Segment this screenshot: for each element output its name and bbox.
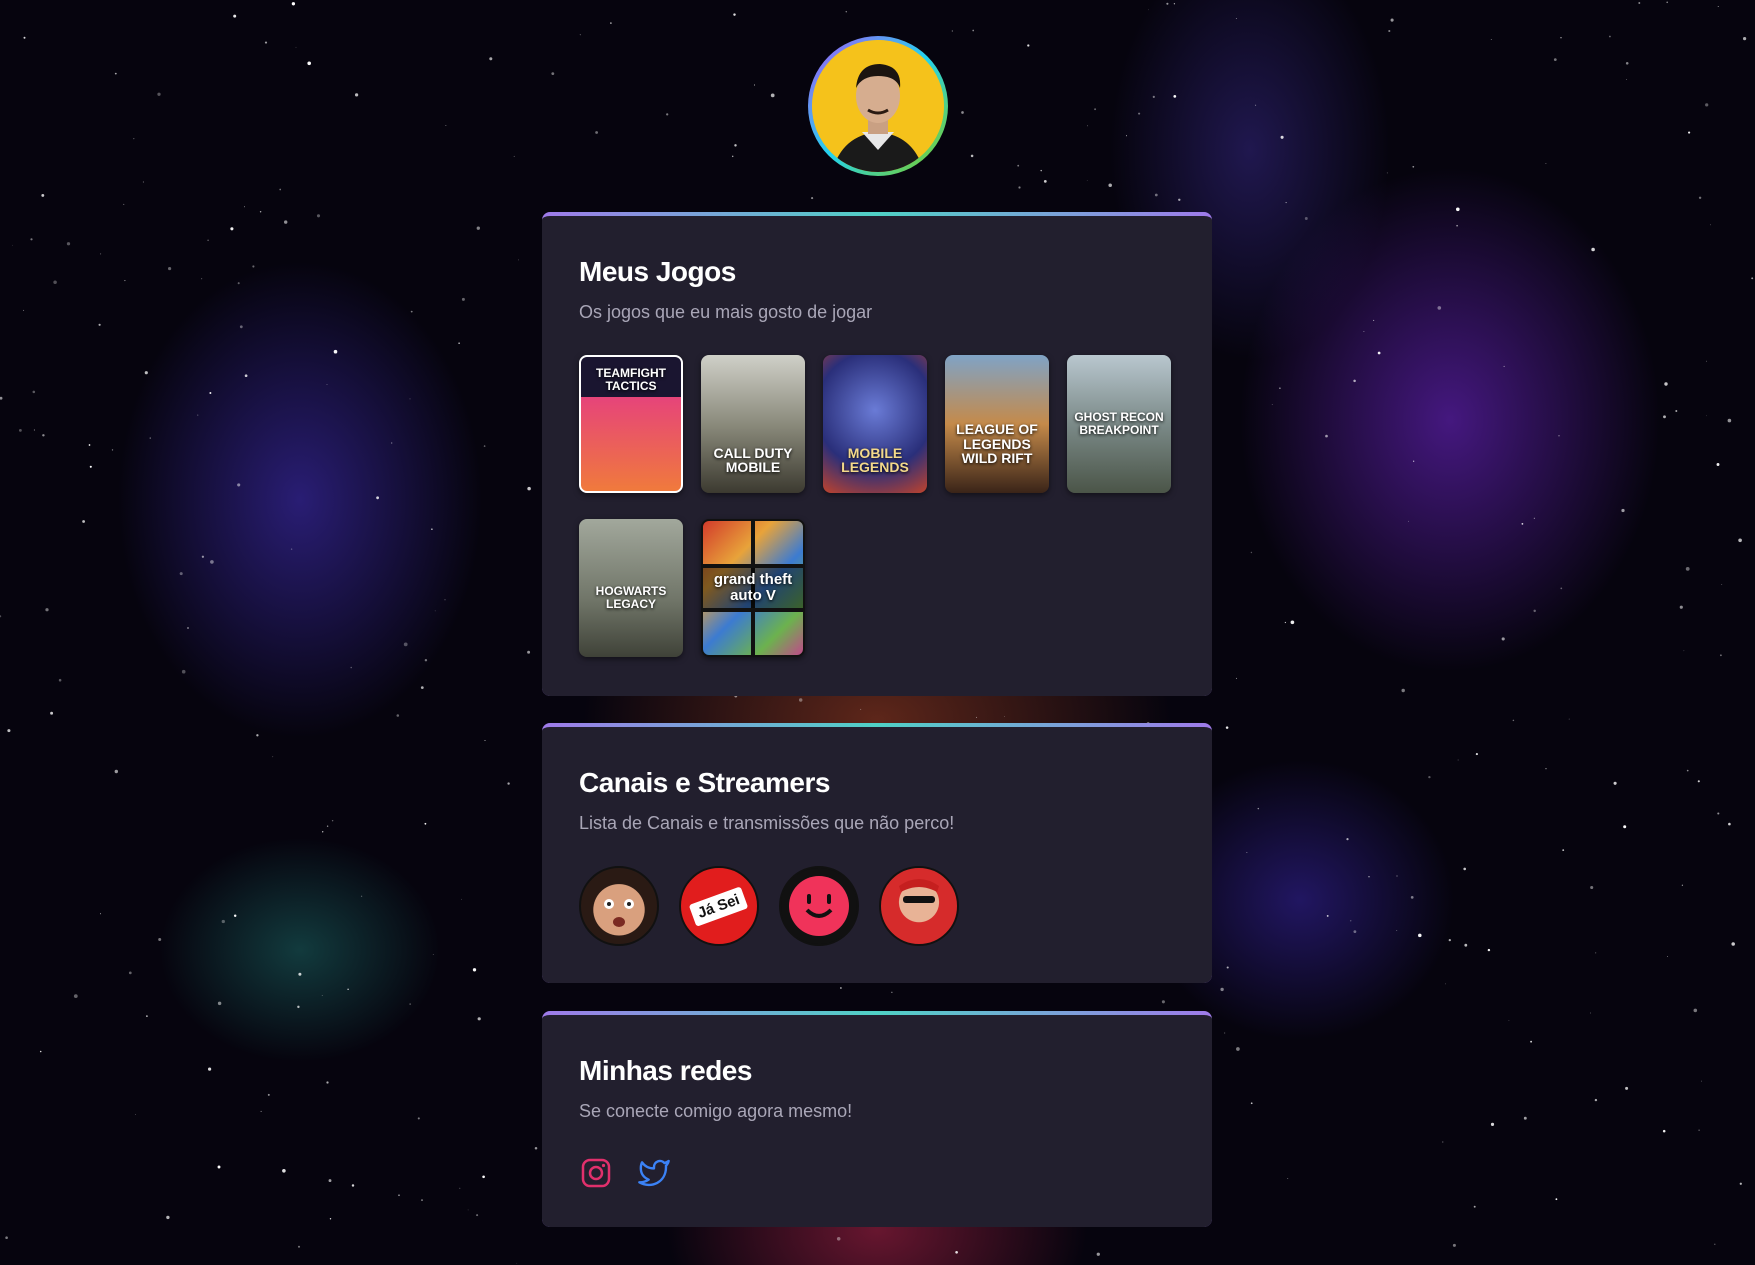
games-grid: TEAMFIGHT TACTICS CALL DUTY MOBILE MOBIL… — [579, 355, 1175, 657]
social-subtitle: Se conecte comigo agora mesmo! — [579, 1101, 853, 1121]
channel-1[interactable] — [579, 866, 659, 946]
profile-avatar — [812, 40, 944, 172]
channels-subtitle: Lista de Canais e transmissões que não p… — [579, 813, 955, 833]
twitter-icon[interactable] — [637, 1156, 671, 1190]
game-call-of-duty-mobile[interactable]: CALL DUTY MOBILE — [701, 355, 805, 493]
channel-ja-sei[interactable]: Já Sei — [679, 866, 759, 946]
face-logo-icon — [789, 876, 849, 936]
game-mobile-legends[interactable]: MOBILE LEGENDS — [823, 355, 927, 493]
social-title: Minhas redes — [579, 1055, 752, 1086]
social-links — [579, 1156, 1175, 1190]
game-gta-v[interactable]: grand theft auto V — [701, 519, 805, 657]
channels-title: Canais e Streamers — [579, 767, 830, 798]
games-title: Meus Jogos — [579, 256, 736, 287]
channels-card: Canais e Streamers Lista de Canais e tra… — [542, 723, 1212, 983]
profile-avatar-ring — [808, 36, 948, 176]
games-subtitle: Os jogos que eu mais gosto de jogar — [579, 302, 873, 322]
channel-4[interactable] — [879, 866, 959, 946]
instagram-icon[interactable] — [579, 1156, 613, 1190]
channels-list: Já Sei — [579, 866, 1175, 946]
ja-sei-logo: Já Sei — [689, 885, 749, 927]
games-card: Meus Jogos Os jogos que eu mais gosto de… — [542, 212, 1212, 696]
game-wild-rift[interactable]: LEAGUE OF LEGENDS WILD RIFT — [945, 355, 1049, 493]
channel-3[interactable] — [779, 866, 859, 946]
game-hogwarts-legacy[interactable]: HOGWARTS LEGACY — [579, 519, 683, 657]
game-ghost-recon[interactable]: GHOST RECON BREAKPOINT — [1067, 355, 1171, 493]
social-card: Minhas redes Se conecte comigo agora mes… — [542, 1011, 1212, 1227]
game-teamfight-tactics[interactable]: TEAMFIGHT TACTICS — [579, 355, 683, 493]
